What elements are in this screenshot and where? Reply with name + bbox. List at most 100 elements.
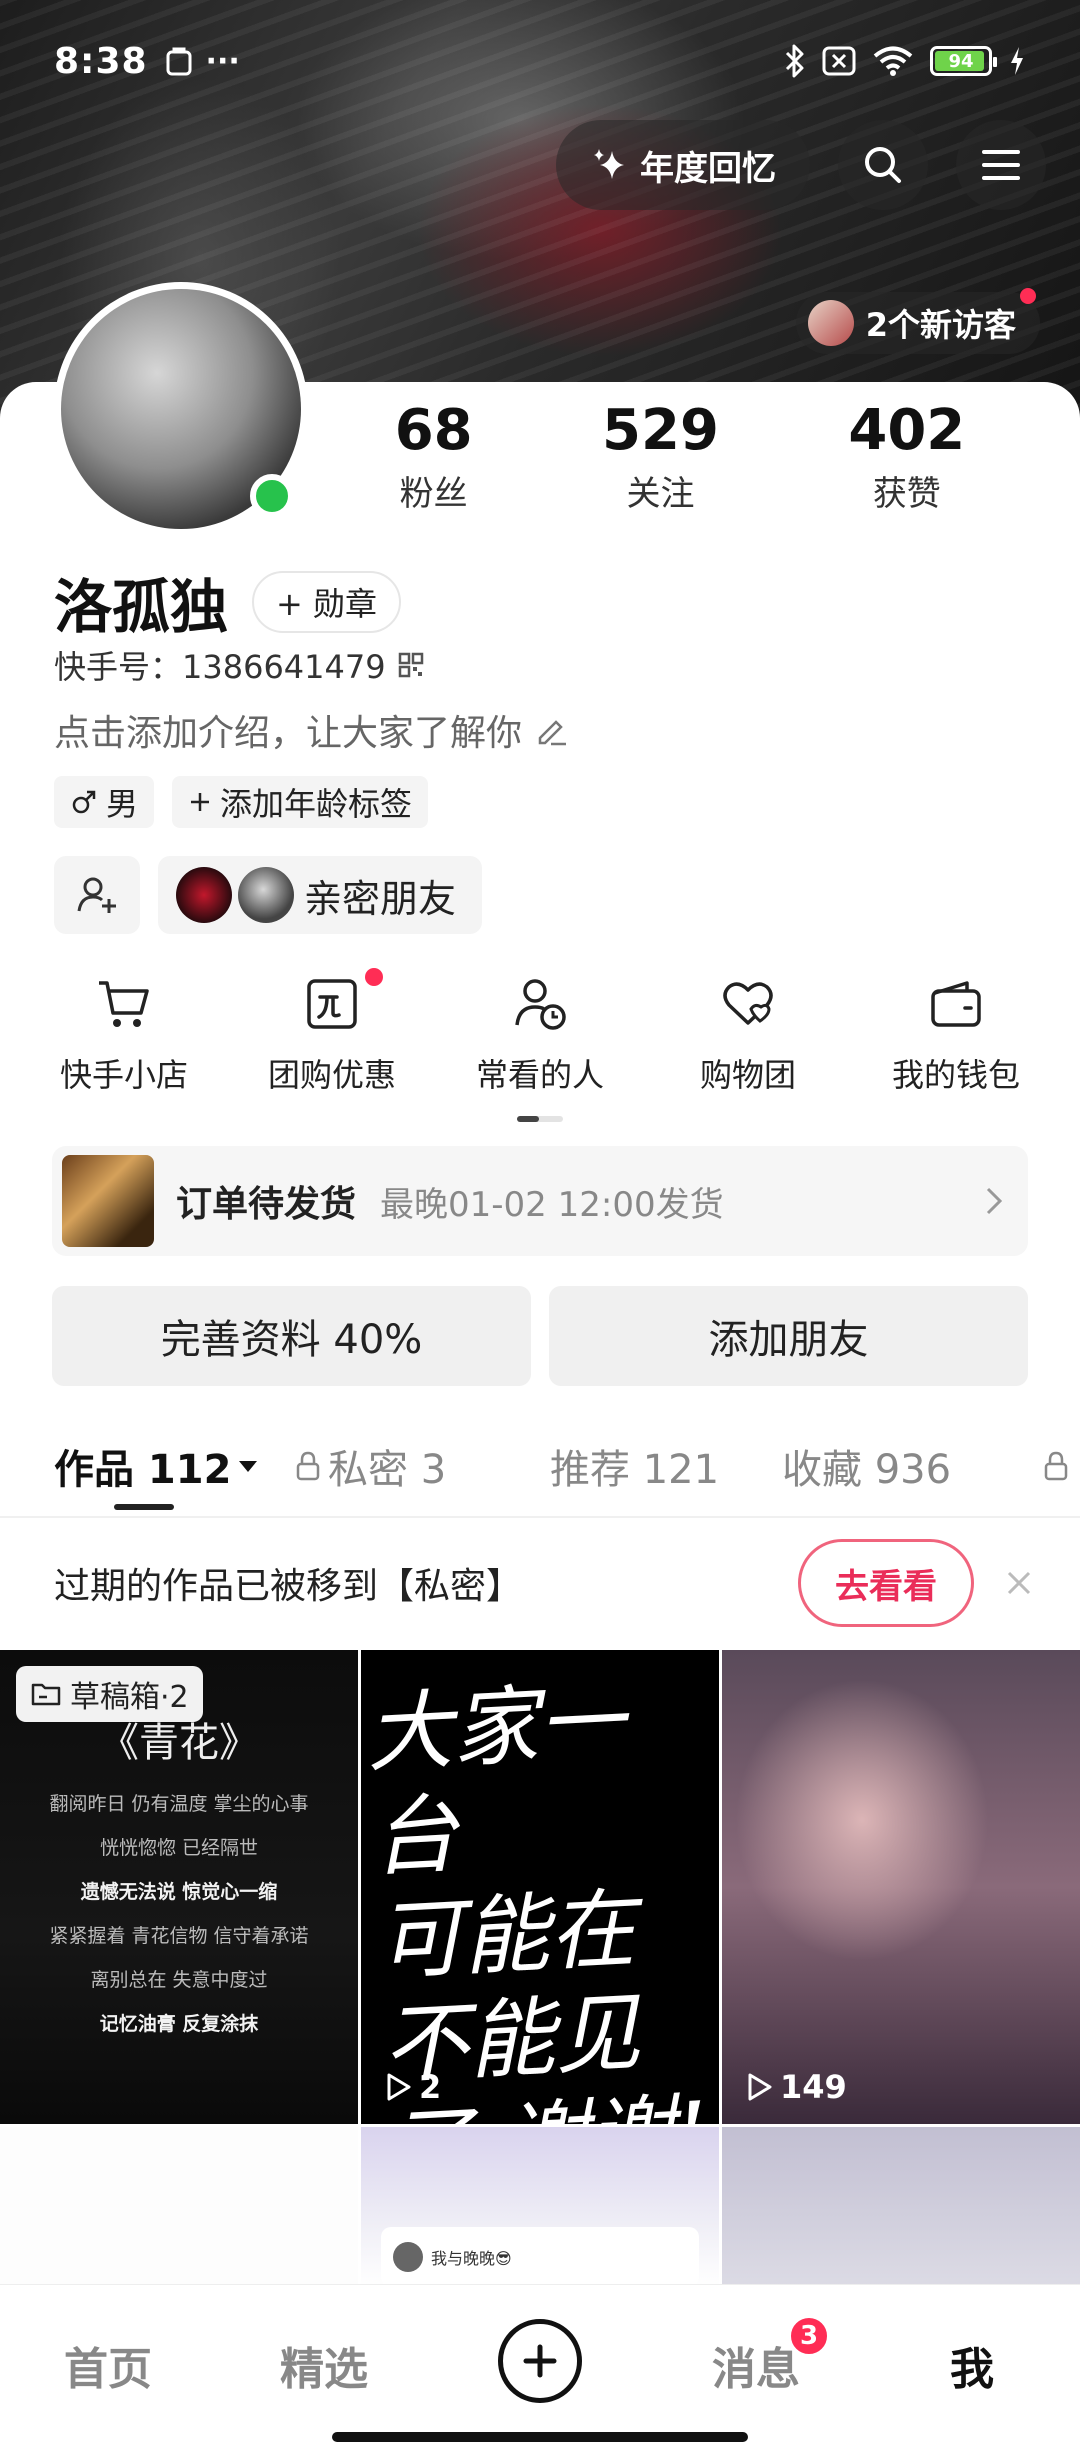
quick-action-shop[interactable]: 快手小店 [29,972,219,1096]
play-icon [748,2073,772,2101]
new-visitors-button[interactable]: 2个新访客 [795,288,1040,354]
visitor-avatar [807,300,854,346]
quick-action-shopping-group[interactable]: 购物团 [653,972,843,1096]
poem-line: 翻阅昨日 仍有温度 掌尘的心事 [49,1793,309,1815]
pending-order-bar[interactable]: 订单待发货 最晚01-02 12:00发货 [52,1146,1028,1256]
add-badge-button[interactable]: + 勋章 [252,571,402,633]
status-time: 8:38 [54,40,148,82]
battery-level: 94 [948,50,974,72]
status-bar: 8:38 ··· 94 [54,36,1026,86]
edit-pencil-icon [538,720,567,746]
quick-action-frequent-people[interactable]: 常看的人 [445,972,635,1096]
kuaishou-id: 快手号：1386641479 [54,648,386,686]
order-subtitle: 最晚01-02 12:00发货 [380,1184,724,1225]
stat-label: 关注 [626,473,695,514]
play-icon [387,2073,411,2101]
folder-icon [31,1683,61,1706]
home-indicator [332,2432,748,2442]
profile-name: 洛孤独 [54,573,229,641]
tab-works[interactable]: 作品 112 [54,1437,294,1495]
year-review-button[interactable]: 年度回忆 [556,120,810,210]
tab-favorites[interactable]: 收藏 936 [782,1437,1042,1495]
nav-me[interactable]: 我 [892,2333,1052,2397]
quick-action-wallet[interactable]: 我的钱包 [861,972,1051,1096]
year-review-label: 年度回忆 [640,148,776,189]
kuaishou-id-row[interactable]: 快手号：1386641479 [54,642,424,688]
nav-home[interactable]: 首页 [28,2333,188,2397]
go-look-button[interactable]: 去看看 [798,1539,974,1627]
play-count-value: 149 [780,2068,847,2106]
stat-value: 529 [602,398,719,463]
new-visitors-label: 2个新访客 [865,306,1016,344]
stat-label: 获赞 [872,473,941,514]
complete-profile-button[interactable]: 完善资料 40% [52,1286,531,1386]
draft-box-chip: 草稿箱·2 [16,1666,203,1722]
video-tile[interactable]: 我与晚晚😎 [361,2127,719,2287]
handwritten-text: 大家一台 可能在 不能见 了,谢谢! [364,1666,719,2124]
tabs-divider [0,1516,1080,1518]
bio-row[interactable]: 点击添加介绍，让大家了解你 [54,704,570,756]
add-friends-button[interactable]: 添加朋友 [549,1286,1028,1386]
quick-action-group-buy[interactable]: 团购优惠 [237,968,427,1096]
draft-box-tile[interactable]: 《青花》 翻阅昨日 仍有温度 掌尘的心事 恍恍惚惚 已经隔世 遗憾无法说 惊觉心… [0,1650,358,2124]
notice-text: 过期的作品已被移到【私密】 [54,1566,523,1607]
nav-messages[interactable]: 消息 3 [676,2315,836,2397]
tab-more-locked[interactable] [1042,1450,1070,1482]
close-icon[interactable] [1004,1568,1034,1598]
order-product-thumbnail [62,1155,154,1247]
poem-text: 《青花》 翻阅昨日 仍有温度 掌尘的心事 恍恍惚惚 已经隔世 遗憾无法说 惊觉心… [0,1710,358,2046]
hamburger-menu-icon [982,150,1020,180]
tab-works-label: 作品 112 [54,1447,232,1493]
video-tile[interactable]: 149 [722,1650,1080,2124]
qr-code-icon [398,652,423,678]
stat-followers[interactable]: 68 粉丝 [395,400,473,515]
search-button[interactable] [838,120,928,210]
tab-recommend-label: 推荐 121 [550,1447,720,1493]
tab-private[interactable]: 私密 3 [294,1437,550,1495]
content-tabs: 作品 112 私密 3 推荐 121 收藏 936 [54,1426,1080,1506]
chevron-right-icon [986,1187,1003,1215]
nav-featured[interactable]: 精选 [244,2333,404,2397]
tab-recommend[interactable]: 推荐 121 [550,1437,782,1495]
gender-label: 男 [106,785,139,823]
charging-icon [1011,47,1023,75]
wifi-icon [873,46,913,76]
lock-icon [296,1451,320,1481]
quick-action-label: 快手小店 [59,1056,188,1094]
video-tile[interactable] [0,2127,358,2287]
lock-icon [1044,1451,1068,1481]
close-friend-avatar [238,867,294,923]
poem-line: 离别总在 失意中度过 [90,1969,268,1991]
stat-following[interactable]: 529 关注 [602,400,719,515]
profile-avatar[interactable] [54,282,308,536]
close-friends-label: 亲密朋友 [304,876,457,921]
search-icon [865,147,901,183]
online-status-dot [250,474,294,518]
sparkle-icon [594,149,624,179]
caret-down-icon [239,1461,258,1472]
battery-indicator: 94 [930,46,997,76]
close-friends-button[interactable]: 亲密朋友 [158,856,483,934]
coupon-icon [307,979,357,1029]
cart-icon [99,981,149,1027]
stat-value: 68 [394,398,473,463]
video-tile[interactable]: 大家一台 可能在 不能见 了,谢谢! 2 [361,1650,719,2124]
gender-tag[interactable]: 男 [54,776,155,828]
stat-label: 粉丝 [399,473,468,514]
quick-action-label: 团购优惠 [267,1056,396,1094]
works-grid: 《青花》 翻阅昨日 仍有温度 掌尘的心事 恍恍惚惚 已经隔世 遗憾无法说 惊觉心… [0,1650,1080,2287]
add-age-tag[interactable]: 添加年龄标签 [172,776,429,828]
nav-create[interactable] [460,2319,620,2403]
app-notification-icon [166,47,192,76]
quick-action-label: 我的钱包 [891,1056,1020,1094]
order-title: 订单待发货 [176,1184,357,1225]
menu-button[interactable] [956,120,1046,210]
create-button[interactable] [498,2319,582,2403]
video-tile[interactable] [722,2127,1080,2287]
play-count: 2 [383,2068,441,2106]
plus-icon [191,793,210,811]
stat-likes[interactable]: 402 获赞 [848,400,965,515]
quick-action-label: 购物团 [699,1056,796,1094]
stat-value: 402 [848,398,966,463]
add-friend-icon-button[interactable] [54,856,140,934]
